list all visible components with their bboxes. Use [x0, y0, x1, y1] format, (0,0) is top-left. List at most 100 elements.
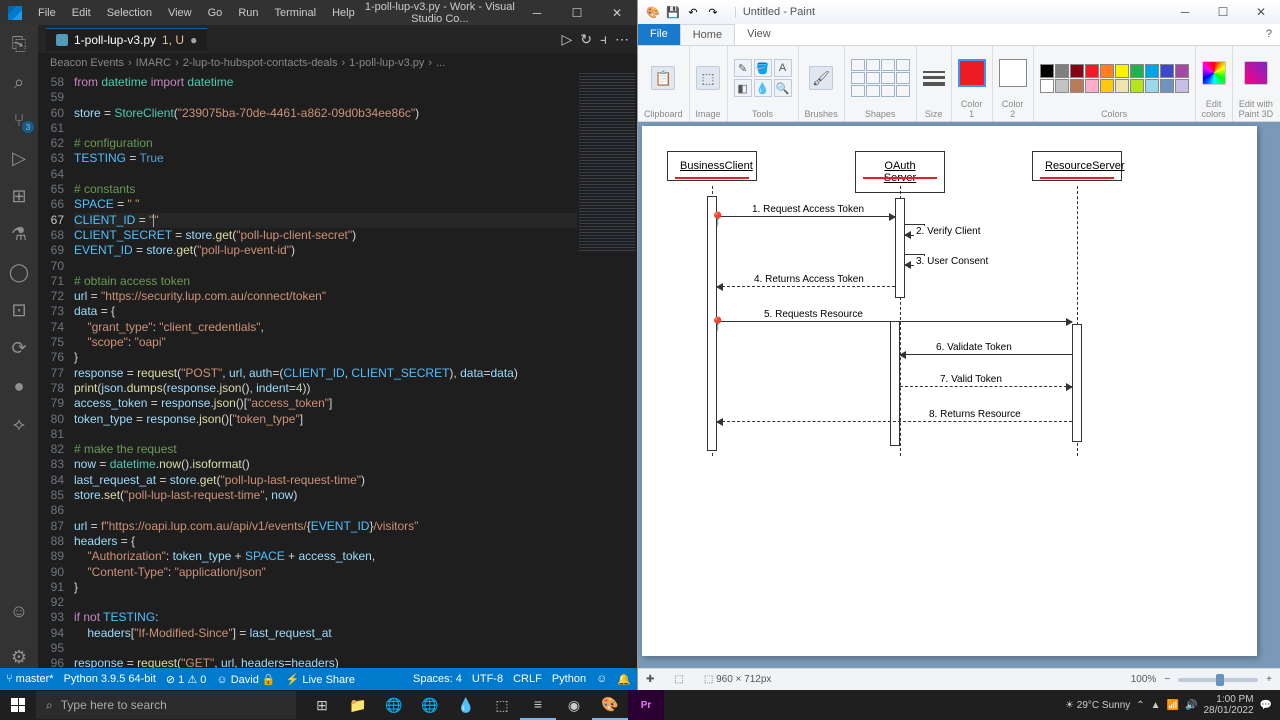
- palette-swatch[interactable]: [1145, 64, 1159, 78]
- minimize-button[interactable]: ─: [517, 0, 557, 25]
- user-item[interactable]: ☺ David 🔒: [216, 673, 275, 686]
- refresh-icon[interactable]: ↻: [580, 31, 592, 48]
- debug-icon[interactable]: ▷: [8, 147, 30, 169]
- errors-item[interactable]: ⊘ 1 ⚠ 0: [166, 673, 206, 686]
- branch-item[interactable]: ⑂ master*: [6, 673, 54, 685]
- menu-view[interactable]: View: [160, 3, 200, 23]
- palette-swatch[interactable]: [1115, 79, 1129, 93]
- menu-run[interactable]: Run: [230, 3, 266, 23]
- menu-help[interactable]: Help: [324, 3, 363, 23]
- spaces-item[interactable]: Spaces: 4: [413, 673, 462, 686]
- save-icon[interactable]: 💾: [664, 3, 682, 21]
- split-icon[interactable]: ⫞: [600, 31, 607, 48]
- editor-tab[interactable]: 1-poll-lup-v3.py 1, U ●: [46, 28, 207, 51]
- palette-swatch[interactable]: [1070, 79, 1084, 93]
- palette-swatch[interactable]: [1115, 64, 1129, 78]
- menu-selection[interactable]: Selection: [99, 3, 160, 23]
- file-tab[interactable]: File: [638, 24, 680, 45]
- maximize-button[interactable]: ☐: [557, 0, 597, 25]
- notifications-icon[interactable]: 💬: [1260, 700, 1272, 711]
- paint-app-icon[interactable]: 🎨: [592, 690, 628, 720]
- feedback-icon[interactable]: ☺: [596, 673, 607, 686]
- pencil-tool[interactable]: ✎: [734, 59, 752, 77]
- lang-item[interactable]: Python: [552, 673, 586, 686]
- zoom-slider[interactable]: [1178, 678, 1258, 682]
- shapes-grid[interactable]: [851, 59, 910, 97]
- encoding-item[interactable]: UTF-8: [472, 673, 503, 686]
- scm-icon[interactable]: ⑂3: [8, 109, 30, 131]
- start-button[interactable]: [0, 690, 36, 720]
- menu-edit[interactable]: Edit: [64, 3, 99, 23]
- palette-swatch[interactable]: [1055, 64, 1069, 78]
- sound-icon[interactable]: 🔊: [1185, 700, 1197, 711]
- size-button[interactable]: [923, 71, 945, 86]
- run-icon[interactable]: ▷: [561, 31, 572, 48]
- palette-swatch[interactable]: [1070, 64, 1084, 78]
- ext4-icon[interactable]: ⟡: [8, 413, 30, 435]
- color2-swatch[interactable]: [999, 59, 1027, 87]
- menu-go[interactable]: Go: [200, 3, 231, 23]
- fill-tool[interactable]: 🪣: [754, 59, 772, 77]
- extensions-icon[interactable]: ⊞: [8, 185, 30, 207]
- clock[interactable]: 1:00 PM 28/01/2022: [1203, 694, 1253, 716]
- tray-icon[interactable]: ▲: [1151, 700, 1161, 711]
- palette-swatch[interactable]: [1040, 79, 1054, 93]
- breadcrumb[interactable]: Beacon Events›IMARC›2-lup-to-hubspot-con…: [38, 53, 637, 73]
- vscode-titlebar[interactable]: FileEditSelectionViewGoRunTerminalHelp 1…: [0, 0, 637, 25]
- wifi-icon[interactable]: 📶: [1167, 700, 1179, 711]
- view-tab[interactable]: View: [735, 24, 783, 45]
- paint-maximize-button[interactable]: ☐: [1204, 1, 1242, 23]
- eol-item[interactable]: CRLF: [513, 673, 542, 686]
- palette-swatch[interactable]: [1145, 79, 1159, 93]
- app3-icon[interactable]: ◉: [556, 690, 592, 720]
- redo-icon[interactable]: ↷: [704, 3, 722, 21]
- palette-swatch[interactable]: [1160, 64, 1174, 78]
- palette-swatch[interactable]: [1085, 79, 1099, 93]
- help-icon[interactable]: ?: [1258, 24, 1280, 45]
- palette-swatch[interactable]: [1130, 64, 1144, 78]
- canvas[interactable]: BusinessClientOAuth ServerResourceServer…: [642, 126, 1257, 656]
- minimap[interactable]: [577, 73, 637, 668]
- canvas-area[interactable]: BusinessClientOAuth ServerResourceServer…: [638, 122, 1280, 668]
- palette-swatch[interactable]: [1160, 79, 1174, 93]
- weather-item[interactable]: ☀ 29°C Sunny: [1065, 700, 1130, 711]
- paint-minimize-button[interactable]: ─: [1166, 1, 1204, 23]
- tray-expand-icon[interactable]: ⌃: [1136, 700, 1144, 711]
- palette-swatch[interactable]: [1130, 79, 1144, 93]
- palette-swatch[interactable]: [1085, 64, 1099, 78]
- tab-close-icon[interactable]: ●: [190, 33, 197, 47]
- explorer-app-icon[interactable]: 📁: [340, 690, 376, 720]
- explorer-icon[interactable]: ⎘: [8, 33, 30, 55]
- premiere-icon[interactable]: Pr: [628, 690, 664, 720]
- bell-icon[interactable]: 🔔: [617, 673, 631, 686]
- paste-button[interactable]: 📋: [651, 66, 675, 90]
- account-icon[interactable]: ☺: [8, 600, 30, 622]
- palette-swatch[interactable]: [1100, 79, 1114, 93]
- home-tab[interactable]: Home: [680, 24, 735, 45]
- chrome2-icon[interactable]: 🌐: [412, 690, 448, 720]
- menu-terminal[interactable]: Terminal: [267, 3, 325, 23]
- vscode-app-icon[interactable]: ≡: [520, 690, 556, 720]
- palette-swatch[interactable]: [1040, 64, 1054, 78]
- ext3-icon[interactable]: ●: [8, 375, 30, 397]
- zoom-tool[interactable]: 🔍: [774, 79, 792, 97]
- chrome-icon[interactable]: 🌐: [376, 690, 412, 720]
- settings-icon[interactable]: ⚙: [8, 646, 30, 668]
- picker-tool[interactable]: 💧: [754, 79, 772, 97]
- zoom-out-button[interactable]: −: [1164, 674, 1170, 685]
- app1-icon[interactable]: 💧: [448, 690, 484, 720]
- palette-swatch[interactable]: [1100, 64, 1114, 78]
- paint-close-button[interactable]: ✕: [1242, 1, 1280, 23]
- select-button[interactable]: ⬚: [696, 66, 720, 90]
- color1-swatch[interactable]: [958, 59, 986, 87]
- app2-icon[interactable]: ⬚: [484, 690, 520, 720]
- eraser-tool[interactable]: ◧: [734, 79, 752, 97]
- github-icon[interactable]: ◯: [8, 261, 30, 283]
- python-item[interactable]: Python 3.9.5 64-bit: [64, 673, 156, 685]
- search-icon[interactable]: ⌕: [8, 71, 30, 93]
- liveshare-item[interactable]: ⚡ Live Share: [286, 673, 355, 686]
- close-button[interactable]: ✕: [597, 0, 637, 25]
- ext1-icon[interactable]: ⊡: [8, 299, 30, 321]
- editcolors-button[interactable]: [1202, 61, 1226, 85]
- palette-swatch[interactable]: [1175, 79, 1189, 93]
